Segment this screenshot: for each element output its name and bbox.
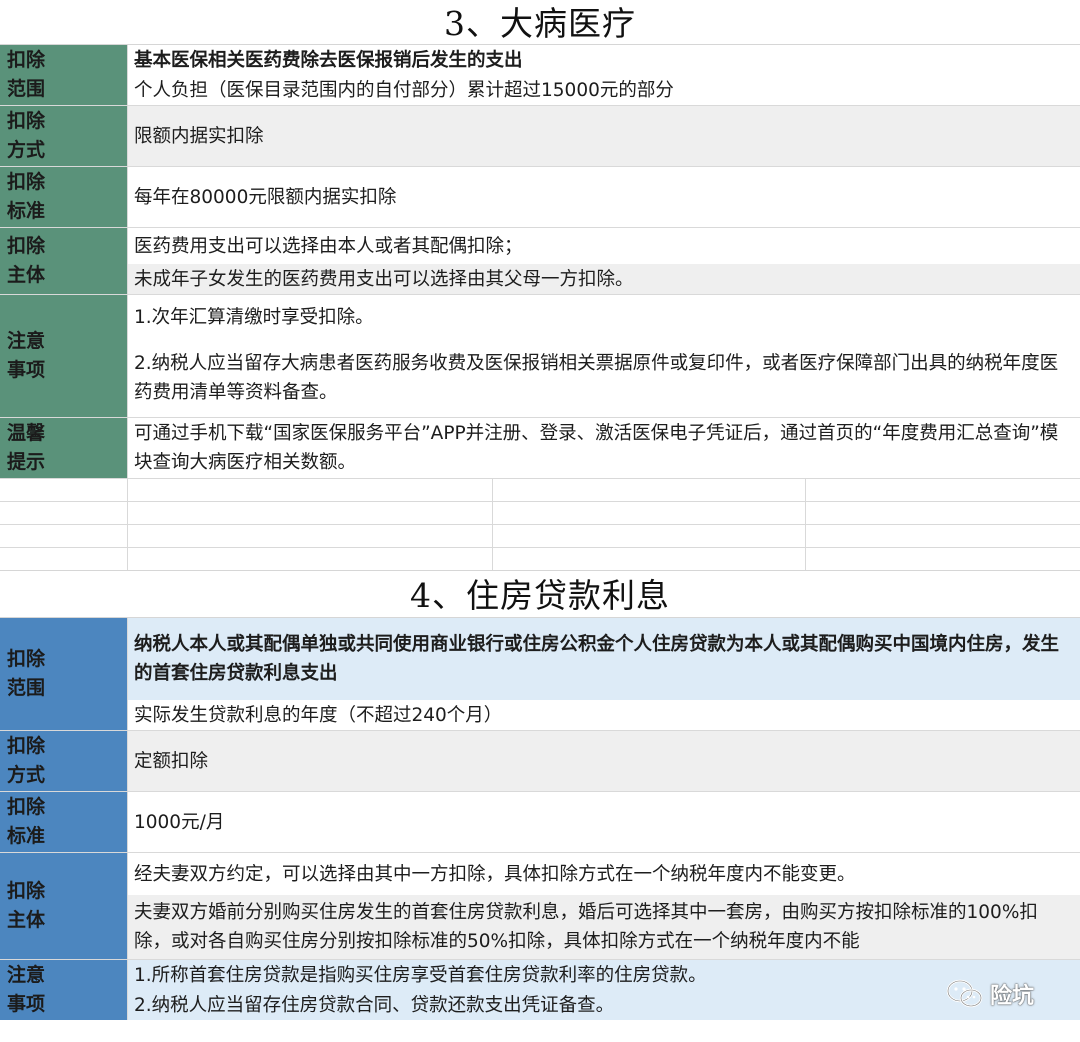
- s4-subject-line-2: 夫妻双方婚前分别购买住房发生的首套住房贷款利息，婚后可选择其中一套房，由购买方按…: [128, 895, 1080, 959]
- s3-content-scope: 基本医保相关医药费除去医保报销后发生的支出 个人负担（医保目录范围内的自付部分）…: [128, 45, 1080, 105]
- s4-row-scope: 扣除 范围 纳税人本人或其配偶单独或共同使用商业银行或住房公积金个人住房贷款为本…: [0, 618, 1080, 731]
- empty-grid-row: [0, 548, 1080, 570]
- s3-scope-line-1: 基本医保相关医药费除去医保报销后发生的支出: [128, 45, 1080, 75]
- s4-label-method-text: 扣除 方式: [7, 735, 46, 786]
- section-3-title: 3、大病医疗: [0, 0, 1080, 45]
- s4-row-method: 扣除 方式 定额扣除: [0, 731, 1080, 792]
- s4-scope-line-2: 实际发生贷款利息的年度（不超过240个月）: [128, 700, 1080, 730]
- s4-content-notes: 1.所称首套住房贷款是指购买住房享受首套住房贷款利率的住房贷款。 2.纳税人应当…: [128, 960, 1080, 1020]
- s3-label-subject-text: 扣除 主体: [7, 235, 46, 286]
- grid-cell: [806, 548, 1080, 570]
- s4-subject-line-1: 经夫妻双方约定，可以选择由其中一方扣除，具体扣除方式在一个纳税年度内不能变更。: [128, 853, 1080, 895]
- s4-row-subject: 扣除 主体 经夫妻双方约定，可以选择由其中一方扣除，具体扣除方式在一个纳税年度内…: [0, 853, 1080, 960]
- s3-label-tips-text: 温馨 提示: [7, 422, 46, 473]
- s3-notes-line-2: 2.纳税人应当留存大病患者医药服务收费及医保报销相关票据原件或复印件，或者医疗保…: [128, 339, 1080, 417]
- s3-content-tips: 可通过手机下载“国家医保服务平台”APP并注册、登录、激活医保电子凭证后，通过首…: [128, 418, 1080, 478]
- s3-row-notes: 注意 事项 1.次年汇算清缴时享受扣除。 2.纳税人应当留存大病患者医药服务收费…: [0, 295, 1080, 418]
- s4-notes-line-2: 2.纳税人应当留存住房贷款合同、贷款还款支出凭证备查。: [128, 990, 1080, 1020]
- wechat-icon: [946, 979, 984, 1009]
- s3-method-line-1: 限额内据实扣除: [128, 106, 1080, 166]
- s4-content-standard: 1000元/月: [128, 792, 1080, 852]
- s4-notes-line-1: 1.所称首套住房贷款是指购买住房享受首套住房贷款利率的住房贷款。: [128, 960, 1080, 990]
- s4-content-subject: 经夫妻双方约定，可以选择由其中一方扣除，具体扣除方式在一个纳税年度内不能变更。 …: [128, 853, 1080, 959]
- s3-row-method: 扣除 方式 限额内据实扣除: [0, 106, 1080, 167]
- s4-label-notes: 注意 事项: [0, 960, 128, 1020]
- grid-cell: [493, 525, 806, 547]
- s4-label-method: 扣除 方式: [0, 731, 128, 791]
- s3-content-subject: 医药费用支出可以选择由本人或者其配偶扣除； 未成年子女发生的医药费用支出可以选择…: [128, 228, 1080, 294]
- s3-label-notes: 注意 事项: [0, 295, 128, 417]
- grid-cell: [0, 548, 128, 570]
- grid-cell: [493, 548, 806, 570]
- s3-label-standard-text: 扣除 标准: [7, 171, 46, 222]
- s3-label-scope-text: 扣除 范围: [7, 49, 46, 100]
- empty-grid: [0, 479, 1080, 570]
- empty-grid-row: [0, 502, 1080, 525]
- grid-cell: [806, 502, 1080, 524]
- s3-subject-line-2: 未成年子女发生的医药费用支出可以选择由其父母一方扣除。: [128, 264, 1080, 294]
- section-4-title: 4、住房贷款利息: [0, 570, 1080, 618]
- s3-standard-line-1: 每年在80000元限额内据实扣除: [128, 167, 1080, 227]
- s4-scope-line-1: 纳税人本人或其配偶单独或共同使用商业银行或住房公积金个人住房贷款为本人或其配偶购…: [128, 618, 1080, 700]
- grid-cell: [0, 479, 128, 501]
- s4-method-line-1: 定额扣除: [128, 731, 1080, 791]
- s3-scope-line-2: 个人负担（医保目录范围内的自付部分）累计超过15000元的部分: [128, 75, 1080, 105]
- s3-row-subject: 扣除 主体 医药费用支出可以选择由本人或者其配偶扣除； 未成年子女发生的医药费用…: [0, 228, 1080, 295]
- s4-label-subject-text: 扣除 主体: [7, 880, 46, 931]
- s3-row-tips: 温馨 提示 可通过手机下载“国家医保服务平台”APP并注册、登录、激活医保电子凭…: [0, 418, 1080, 479]
- s3-label-notes-text: 注意 事项: [7, 330, 46, 381]
- s4-label-subject: 扣除 主体: [0, 853, 128, 959]
- s4-row-notes: 注意 事项 1.所称首套住房贷款是指购买住房享受首套住房贷款利率的住房贷款。 2…: [0, 960, 1080, 1020]
- s3-tips-line-1: 可通过手机下载“国家医保服务平台”APP并注册、登录、激活医保电子凭证后，通过首…: [128, 418, 1080, 478]
- watermark: 险坑: [946, 978, 1034, 1010]
- s3-label-tips: 温馨 提示: [0, 418, 128, 478]
- s3-label-method-text: 扣除 方式: [7, 110, 46, 161]
- empty-grid-row: [0, 479, 1080, 502]
- s4-row-standard: 扣除 标准 1000元/月: [0, 792, 1080, 853]
- s4-content-method: 定额扣除: [128, 731, 1080, 791]
- s3-row-scope: 扣除 范围 基本医保相关医药费除去医保报销后发生的支出 个人负担（医保目录范围内…: [0, 45, 1080, 106]
- watermark-text: 险坑: [990, 984, 1035, 1009]
- s3-content-method: 限额内据实扣除: [128, 106, 1080, 166]
- s3-notes-line-1: 1.次年汇算清缴时享受扣除。: [128, 295, 1080, 339]
- empty-grid-row: [0, 525, 1080, 548]
- s3-label-method: 扣除 方式: [0, 106, 128, 166]
- s4-label-scope-text: 扣除 范围: [7, 648, 46, 699]
- s4-label-standard: 扣除 标准: [0, 792, 128, 852]
- grid-cell: [0, 525, 128, 547]
- s4-label-scope: 扣除 范围: [0, 618, 128, 730]
- s3-label-subject: 扣除 主体: [0, 228, 128, 294]
- s4-label-standard-text: 扣除 标准: [7, 796, 46, 847]
- grid-cell: [0, 502, 128, 524]
- s4-content-scope: 纳税人本人或其配偶单独或共同使用商业银行或住房公积金个人住房贷款为本人或其配偶购…: [128, 618, 1080, 730]
- s3-content-standard: 每年在80000元限额内据实扣除: [128, 167, 1080, 227]
- grid-cell: [493, 502, 806, 524]
- grid-cell: [128, 525, 493, 547]
- s3-subject-line-1: 医药费用支出可以选择由本人或者其配偶扣除；: [128, 228, 1080, 264]
- grid-cell: [493, 479, 806, 501]
- grid-cell: [806, 525, 1080, 547]
- s3-row-standard: 扣除 标准 每年在80000元限额内据实扣除: [0, 167, 1080, 228]
- grid-cell: [128, 548, 493, 570]
- grid-cell: [806, 479, 1080, 501]
- s3-label-standard: 扣除 标准: [0, 167, 128, 227]
- s4-standard-line-1: 1000元/月: [128, 792, 1080, 852]
- grid-cell: [128, 502, 493, 524]
- grid-cell: [128, 479, 493, 501]
- s3-content-notes: 1.次年汇算清缴时享受扣除。 2.纳税人应当留存大病患者医药服务收费及医保报销相…: [128, 295, 1080, 417]
- s4-label-notes-text: 注意 事项: [7, 964, 46, 1015]
- s3-label-scope: 扣除 范围: [0, 45, 128, 105]
